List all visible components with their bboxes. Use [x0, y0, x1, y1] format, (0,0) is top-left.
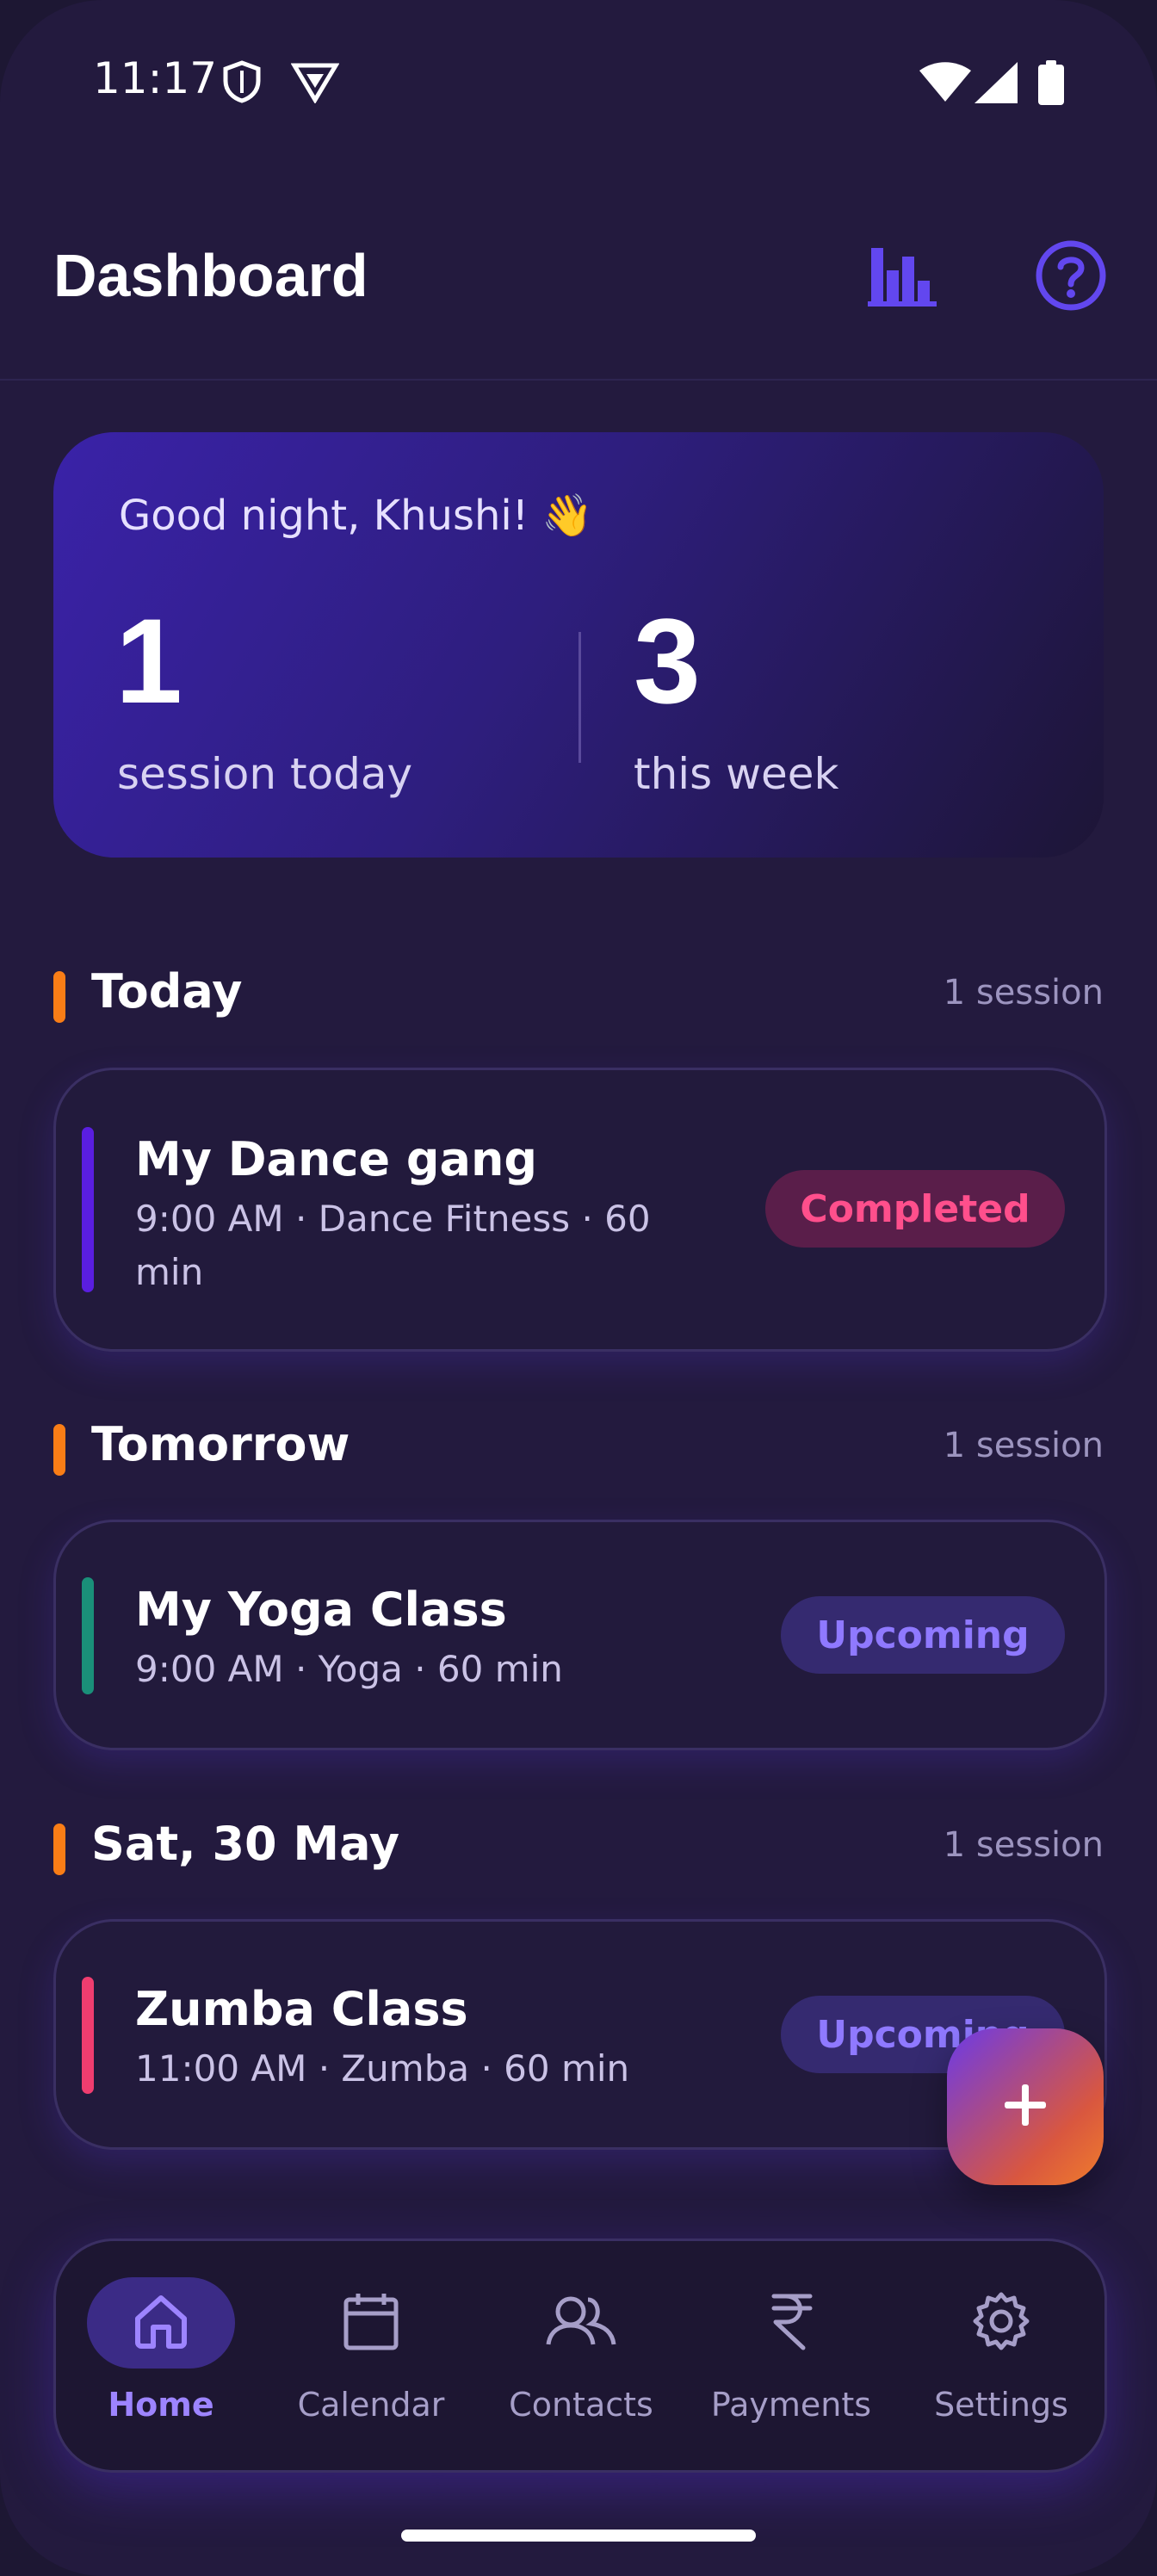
session-meta: 11:00 AM · Zumba · 60 min — [135, 2047, 630, 2090]
section-marker — [53, 1824, 65, 1875]
help-icon — [1035, 239, 1107, 315]
wifi-icon — [919, 62, 971, 105]
status-bar: 11:17 — [0, 0, 1157, 172]
rupee-icon — [765, 2291, 817, 2355]
help-button[interactable] — [1031, 238, 1111, 317]
nav-icon-pill — [927, 2277, 1075, 2369]
home-indicator[interactable] — [401, 2530, 756, 2542]
status-badge-upcoming: Upcoming — [781, 1596, 1065, 1674]
section-title: Tomorrow — [91, 1417, 350, 1471]
add-session-button[interactable] — [947, 2028, 1104, 2185]
section-header-sat-30-may: Sat, 30 May 1 session — [53, 1817, 1104, 1877]
signal-icon — [974, 62, 1018, 107]
greeting-text: Good night, Khushi! 👋 — [119, 492, 593, 540]
section-marker — [53, 971, 65, 1023]
bottom-nav: Home Calendar Contacts Payments Settings — [53, 2239, 1107, 2473]
status-time: 11:17 — [93, 53, 218, 103]
section-title: Sat, 30 May — [91, 1817, 400, 1871]
nav-item-payments[interactable]: Payments — [686, 2241, 896, 2470]
stat-divider — [578, 632, 581, 763]
nav-item-home[interactable]: Home — [56, 2241, 266, 2470]
week-session-label: this week — [634, 749, 839, 799]
nav-icon-pill — [87, 2277, 235, 2369]
section-count: 1 session — [943, 1426, 1104, 1465]
calendar-icon — [341, 2291, 401, 2355]
session-name: My Dance gang — [135, 1132, 538, 1186]
vpn-icon — [290, 60, 340, 107]
week-session-count: 3 — [634, 593, 701, 728]
gear-icon — [970, 2290, 1032, 2356]
session-name: Zumba Class — [135, 1982, 468, 2036]
today-session-label: session today — [117, 749, 413, 799]
session-stripe — [82, 1577, 94, 1694]
nav-item-contacts[interactable]: Contacts — [476, 2241, 686, 2470]
today-session-count: 1 — [115, 593, 183, 728]
section-count: 1 session — [943, 1825, 1104, 1865]
plus-icon — [1003, 2083, 1048, 2131]
app-bar: Dashboard — [0, 172, 1157, 381]
session-name: My Yoga Class — [135, 1582, 507, 1637]
session-meta: 9:00 AM · Dance Fitness · 60 — [135, 1198, 651, 1240]
session-stripe — [82, 1127, 94, 1292]
nav-label: Payments — [710, 2386, 872, 2424]
session-card-yoga[interactable]: My Yoga Class 9:00 AM · Yoga · 60 min Up… — [53, 1520, 1107, 1750]
phone-screen: 11:17 Dashboard Good night, Khushi! 👋 1 … — [0, 0, 1157, 2576]
nav-label: Settings — [934, 2386, 1068, 2424]
section-marker — [53, 1424, 65, 1476]
nav-item-settings[interactable]: Settings — [896, 2241, 1106, 2470]
contacts-icon — [545, 2291, 617, 2355]
shield-icon — [222, 60, 262, 107]
section-title: Today — [91, 964, 243, 1019]
session-stripe — [82, 1977, 94, 2094]
stats-button[interactable] — [863, 238, 942, 317]
nav-icon-pill — [297, 2277, 445, 2369]
summary-card: Good night, Khushi! 👋 1 session today 3 … — [53, 432, 1104, 858]
section-header-today: Today 1 session — [53, 964, 1104, 1025]
nav-label: Contacts — [509, 2386, 653, 2424]
bar-chart-icon — [868, 243, 937, 312]
section-header-tomorrow: Tomorrow 1 session — [53, 1417, 1104, 1477]
nav-icon-pill — [507, 2277, 655, 2369]
session-card-dance[interactable]: My Dance gang 9:00 AM · Dance Fitness · … — [53, 1068, 1107, 1352]
status-badge-completed: Completed — [765, 1170, 1065, 1248]
nav-icon-pill — [717, 2277, 865, 2369]
nav-label: Calendar — [297, 2386, 445, 2424]
home-icon — [131, 2291, 191, 2355]
session-meta-continued: min — [135, 1251, 204, 1293]
session-meta: 9:00 AM · Yoga · 60 min — [135, 1648, 563, 1690]
page-title: Dashboard — [53, 242, 368, 309]
nav-label: Home — [108, 2386, 214, 2424]
section-count: 1 session — [943, 973, 1104, 1012]
nav-item-calendar[interactable]: Calendar — [266, 2241, 476, 2470]
battery-icon — [1038, 60, 1064, 108]
